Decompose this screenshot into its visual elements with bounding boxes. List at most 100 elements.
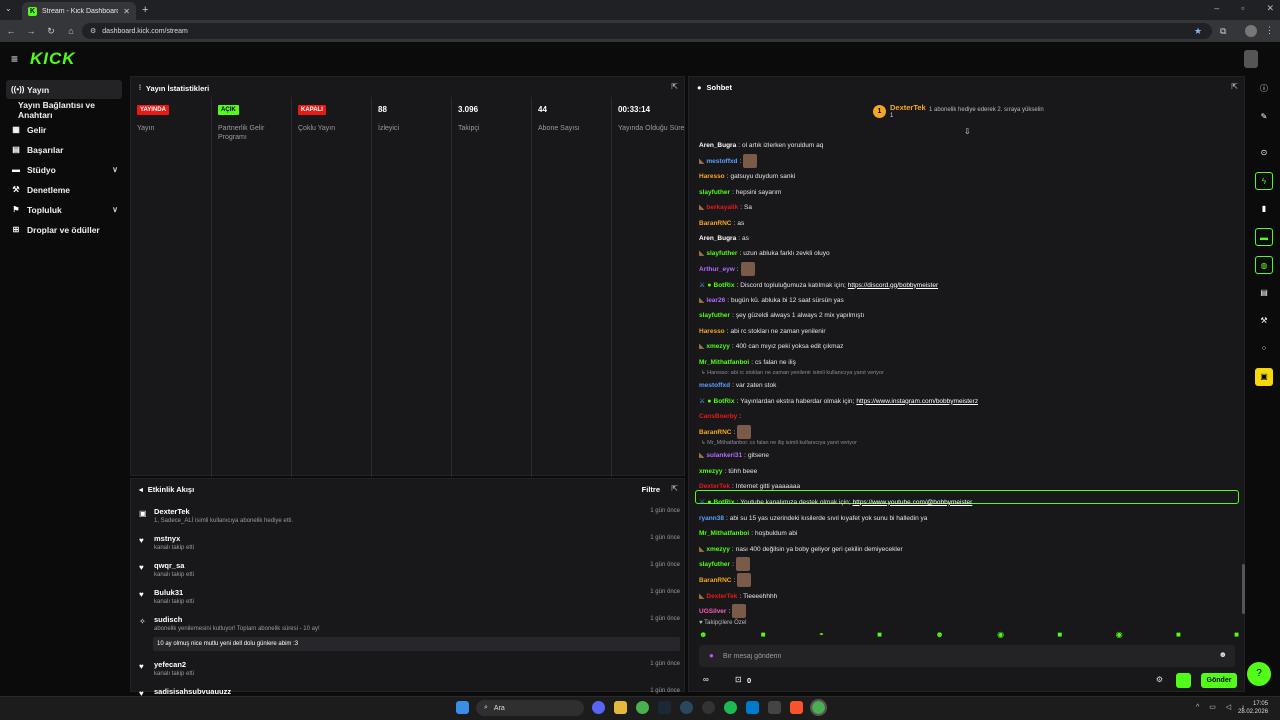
- github-icon[interactable]: [702, 701, 715, 714]
- chat-scrollbar[interactable]: [1242, 564, 1245, 614]
- wrench-icon[interactable]: ⚒: [1255, 312, 1273, 330]
- extensions-icon[interactable]: ⧉: [1220, 26, 1226, 37]
- filter-button[interactable]: Filtre: [642, 485, 660, 494]
- chat-username[interactable]: slayfuther: [699, 312, 730, 319]
- chat-username[interactable]: Haresso: [699, 173, 725, 180]
- clock[interactable]: 17:05 28.02.2026: [1238, 700, 1268, 716]
- close-tab-icon[interactable]: ✕: [123, 7, 130, 16]
- steam-icon[interactable]: [658, 701, 671, 714]
- sidebar-item-denetleme[interactable]: ⚒ Denetleme: [6, 180, 122, 199]
- event-user[interactable]: qwqr_sa: [154, 561, 184, 570]
- windows-start-icon[interactable]: [456, 701, 469, 714]
- close-window-icon[interactable]: ✕: [1266, 3, 1274, 14]
- chat-username[interactable]: Haresso: [699, 328, 725, 335]
- sidebar-item-gelir[interactable]: ▦ Gelir: [6, 120, 122, 139]
- sidebar-item-yayin[interactable]: ((•)) Yayın: [6, 80, 122, 99]
- chat-username[interactable]: xmezyy: [706, 546, 730, 553]
- share-icon[interactable]: ⁘: [1255, 340, 1273, 358]
- tab-menu-icon[interactable]: ⌄: [5, 4, 12, 13]
- emote-icon[interactable]: ◉: [997, 630, 1004, 639]
- chat-username[interactable]: mestoffxd: [706, 158, 737, 165]
- vscode-icon[interactable]: [746, 701, 759, 714]
- bookmark-star-icon[interactable]: ★: [1194, 26, 1202, 37]
- chat-username[interactable]: xmezyy: [699, 468, 723, 475]
- emote-icon[interactable]: ■: [1176, 630, 1181, 639]
- browser-tab[interactable]: K Stream - Kick Dashboard ✕: [22, 2, 136, 20]
- sidebar-item-droplar[interactable]: ⊞ Droplar ve ödüller: [6, 220, 122, 239]
- chat-link[interactable]: https://www.instagram.com/bobbymeisterz: [856, 398, 978, 405]
- chat-username[interactable]: Mr_Mithatfanboi: [699, 359, 749, 366]
- gift-leaderboard[interactable]: 1 DexterTek 1 1 abonelik hediye ederek 2…: [873, 103, 1073, 125]
- emote-icon[interactable]: ◓: [819, 630, 824, 639]
- help-chat-button[interactable]: ?: [1247, 662, 1271, 686]
- edit-pencil-icon[interactable]: ✎: [1255, 108, 1273, 126]
- chat-username[interactable]: BotRix: [714, 398, 735, 405]
- document-icon[interactable]: ▮: [1255, 200, 1273, 218]
- gift-box-icon[interactable]: ⊡: [735, 675, 742, 684]
- event-user[interactable]: DexterTek: [154, 507, 190, 516]
- chat-input[interactable]: [723, 650, 1203, 662]
- profile-avatar[interactable]: [1245, 25, 1257, 37]
- sidebar-item-studyo[interactable]: ▬ Stüdyo ∨: [6, 160, 122, 179]
- chat-username[interactable]: Aren_Bugra: [699, 235, 736, 242]
- forward-icon[interactable]: →: [26, 26, 36, 36]
- sidebar-item-basarilar[interactable]: ▤ Başarılar: [6, 140, 122, 159]
- discord-icon[interactable]: [592, 701, 605, 714]
- hamburger-menu-icon[interactable]: ≡: [11, 52, 18, 66]
- url-field[interactable]: ⚙ dashboard.kick.com/stream: [82, 23, 1212, 39]
- microphone-icon[interactable]: ●: [709, 651, 714, 660]
- chat-username[interactable]: BaranRNC: [699, 429, 732, 436]
- chat-username[interactable]: berkayalik: [706, 204, 738, 211]
- chrome-active-icon[interactable]: [810, 699, 827, 716]
- event-user[interactable]: sadisisahsubvuauuzz: [154, 687, 231, 696]
- settings-gear-icon[interactable]: ⚙: [1156, 675, 1163, 684]
- chat-username[interactable]: BotRix: [714, 282, 735, 289]
- steam-alt-icon[interactable]: [680, 701, 693, 714]
- chat-username[interactable]: DexterTek: [706, 593, 737, 600]
- expand-arrow-icon[interactable]: ⇩: [964, 127, 971, 136]
- reload-icon[interactable]: ↻: [46, 26, 56, 37]
- emote-icon[interactable]: ■: [761, 630, 766, 639]
- chat-username[interactable]: ryann38: [699, 515, 724, 522]
- chat-link[interactable]: https://www.youtube.com/@bobbymeister: [853, 499, 973, 506]
- emoji-picker-icon[interactable]: ☻: [1219, 650, 1227, 659]
- spotify-icon[interactable]: [724, 701, 737, 714]
- chat-username[interactable]: Aren_Bugra: [699, 142, 736, 149]
- clapper-icon[interactable]: ▣: [1255, 368, 1273, 386]
- taskbar-search[interactable]: ⌕ Ara: [476, 700, 584, 716]
- maximize-icon[interactable]: ▫: [1241, 3, 1244, 14]
- chat-bubble-icon[interactable]: ▬: [1255, 228, 1273, 246]
- browser-menu-icon[interactable]: ⋮: [1265, 25, 1274, 36]
- sidebar-item-topluluk[interactable]: ⚑ Topluluk ∨: [6, 200, 122, 219]
- chat-username[interactable]: CansBoerby: [699, 413, 737, 420]
- kick-logo[interactable]: KICK: [30, 49, 76, 69]
- popout-icon[interactable]: ⇱: [671, 82, 678, 91]
- emote-icon[interactable]: ☻: [935, 630, 943, 639]
- emote-icon[interactable]: ■: [877, 630, 882, 639]
- chat-username[interactable]: Arthur_eyw: [699, 266, 735, 273]
- chat-username[interactable]: DexterTek: [699, 483, 730, 490]
- back-icon[interactable]: ←: [6, 26, 16, 36]
- emote-icon[interactable]: ■: [1057, 630, 1062, 639]
- chat-username[interactable]: slayfuther: [699, 561, 730, 568]
- site-info-icon[interactable]: ⚙: [90, 27, 96, 35]
- event-user[interactable]: sudisch: [154, 615, 182, 624]
- chat-username[interactable]: Mr_Mithatfanboi: [699, 530, 749, 537]
- home-icon[interactable]: ⌂: [66, 26, 76, 36]
- new-tab-icon[interactable]: +: [142, 4, 148, 16]
- camera-icon[interactable]: ⊙: [1255, 144, 1273, 162]
- chat-username[interactable]: xmezyy: [706, 343, 730, 350]
- send-button[interactable]: Gönder: [1201, 673, 1237, 688]
- kick-bot-icon[interactable]: [1176, 673, 1191, 688]
- user-avatar[interactable]: [1244, 50, 1258, 68]
- brave-icon[interactable]: [790, 701, 803, 714]
- chat-link[interactable]: https://discord.gg/bobbymeister: [848, 282, 938, 289]
- sidebar-item-stream-key[interactable]: Yayın Bağlantısı ve Anahtarı: [6, 100, 122, 120]
- chat-username[interactable]: slayfuther: [699, 189, 730, 196]
- chat-username[interactable]: BaranRNC: [699, 220, 732, 227]
- minimize-icon[interactable]: –: [1214, 3, 1219, 14]
- chat-username[interactable]: mestoffxd: [699, 382, 730, 389]
- emote-icon[interactable]: ◉: [1116, 630, 1123, 639]
- popout-icon[interactable]: ⇱: [1231, 82, 1238, 91]
- chat-username[interactable]: sulankeri31: [706, 452, 742, 459]
